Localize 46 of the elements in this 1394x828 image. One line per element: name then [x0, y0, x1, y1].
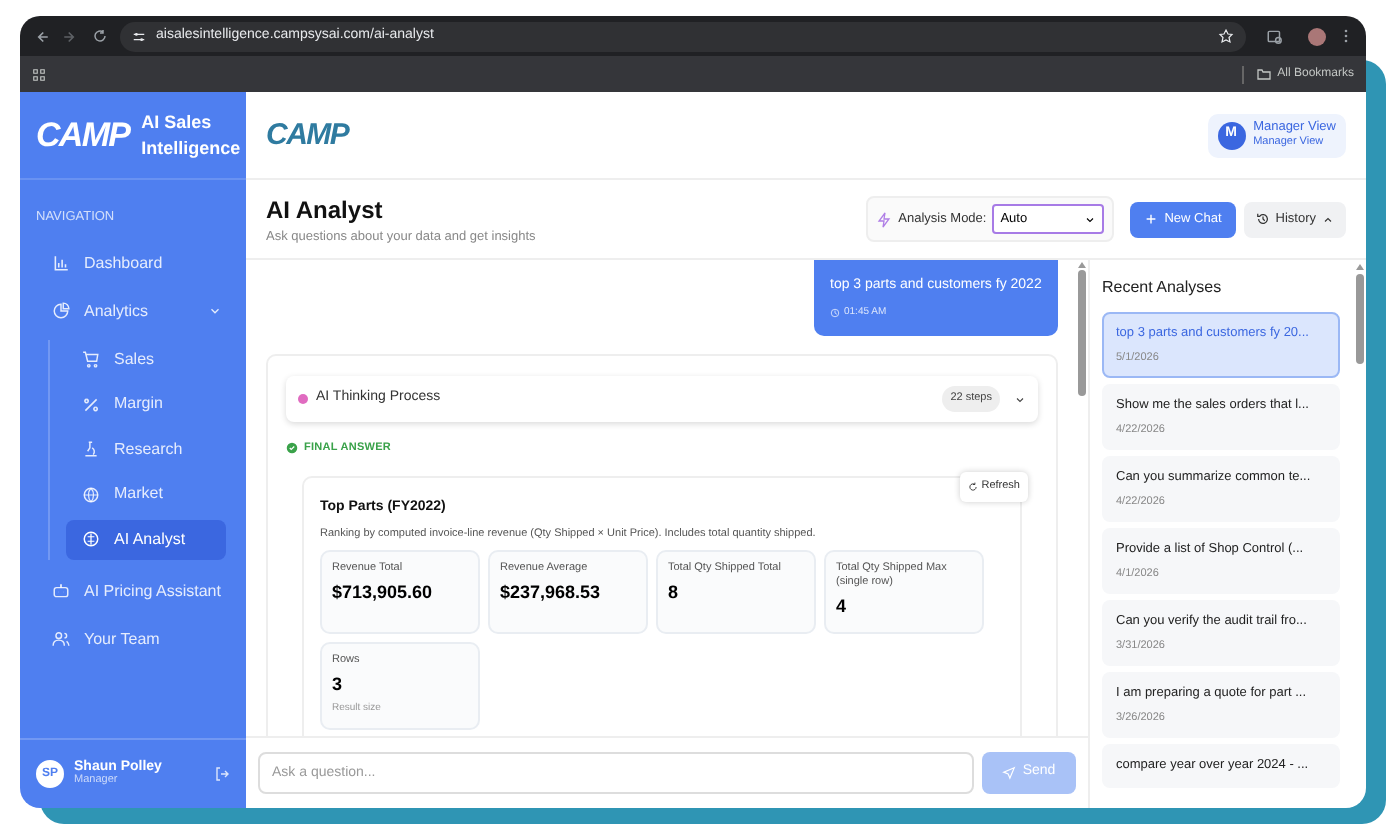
forward-icon: [62, 27, 80, 45]
nav-item[interactable]: Analytics: [36, 291, 230, 332]
clock-icon: [830, 307, 840, 318]
recent-heading: Recent Analyses: [1102, 276, 1224, 300]
nav-item[interactable]: Margin: [66, 384, 226, 425]
nav-item[interactable]: AI Pricing Assistant: [36, 571, 230, 612]
pie-icon: [52, 302, 70, 321]
cart-icon: [82, 350, 100, 369]
metric-value: 4: [836, 594, 849, 620]
profile-avatar[interactable]: [1308, 27, 1326, 45]
reload-icon: [92, 28, 108, 44]
back-icon: [32, 27, 50, 45]
bot-icon: [52, 582, 70, 601]
nav-item[interactable]: Your Team: [36, 619, 230, 660]
globe-icon: [82, 485, 100, 504]
team-icon: [52, 630, 70, 649]
logout-icon: [214, 766, 230, 782]
lightning-icon: [876, 211, 893, 227]
nav-item[interactable]: AI Analyst: [66, 519, 226, 560]
refresh-icon: [967, 481, 978, 492]
nav-item[interactable]: Sales: [66, 339, 226, 380]
app-title: AI Sales Intelligence: [141, 109, 241, 161]
tab-search-icon: [1266, 27, 1284, 45]
chevron-icon: [208, 304, 222, 319]
chevron-icon: [1322, 213, 1334, 225]
bookmark-star-icon: [1218, 28, 1234, 44]
plus-icon: [1144, 212, 1159, 226]
metric-value: $237,968.53: [500, 580, 603, 606]
chevron-icon: [1084, 213, 1097, 225]
chevron-icon: [1014, 393, 1026, 405]
nav-item[interactable]: Market: [66, 474, 226, 515]
scroll-up-icon[interactable]: [1355, 264, 1363, 270]
logo: CAMP: [266, 120, 349, 150]
history-icon: [1255, 212, 1270, 226]
check-circle-icon: [286, 442, 298, 455]
folder-icon: [1255, 66, 1272, 82]
logo: CAMP: [36, 118, 130, 152]
metric-value: $713,905.60: [332, 580, 435, 606]
metric-value: 8: [668, 580, 681, 606]
nav-item[interactable]: Research: [66, 429, 226, 470]
send-icon: [1002, 766, 1017, 780]
nav-item[interactable]: Dashboard: [36, 243, 230, 284]
metric-value: 3: [332, 671, 345, 697]
apps-icon: [32, 67, 46, 81]
page-title: AI Analyst: [266, 193, 385, 228]
site-settings-icon: [132, 29, 146, 43]
